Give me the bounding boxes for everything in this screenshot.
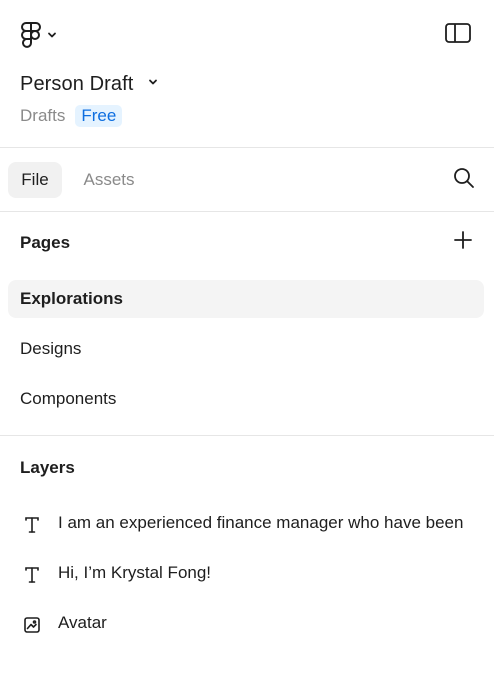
divider	[0, 211, 494, 212]
search-button[interactable]	[450, 166, 478, 194]
main-menu-button[interactable]	[20, 20, 58, 50]
layer-item[interactable]: Avatar	[0, 606, 494, 642]
layer-label: Avatar	[58, 613, 107, 632]
tab-file[interactable]: File	[8, 162, 62, 198]
plus-icon	[453, 230, 473, 255]
layer-item[interactable]: Hi, I’m Krystal Fong!	[0, 556, 494, 592]
chevron-down-icon	[46, 29, 58, 41]
layers-heading: Layers	[20, 458, 75, 477]
tab-assets[interactable]: Assets	[72, 162, 146, 198]
pages-heading: Pages	[20, 233, 71, 252]
sidebar-icon	[444, 22, 472, 49]
text-icon	[22, 515, 42, 535]
figma-logo-icon	[20, 21, 42, 49]
text-icon	[22, 565, 42, 585]
plan-badge: Free	[75, 105, 123, 127]
page-item-designs[interactable]: Designs	[8, 330, 484, 368]
layer-item[interactable]: I am an experienced finance manager who …	[0, 506, 494, 542]
divider	[0, 147, 494, 148]
layer-label: I am an experienced finance manager who …	[58, 513, 464, 532]
drafts-link[interactable]: Drafts	[20, 106, 65, 126]
file-name: Person Draft	[20, 72, 134, 95]
search-icon	[452, 166, 476, 195]
add-page-button[interactable]	[450, 229, 476, 255]
page-item-components[interactable]: Components	[8, 380, 484, 418]
page-item-explorations[interactable]: Explorations	[8, 280, 484, 318]
toggle-sidebar-button[interactable]	[443, 22, 473, 48]
chevron-down-icon	[147, 75, 159, 93]
file-name-menu[interactable]: Person Draft	[20, 70, 159, 98]
divider	[0, 435, 494, 436]
layer-label: Hi, I’m Krystal Fong!	[58, 563, 212, 582]
file-meta: Drafts Free	[20, 104, 123, 128]
left-panel: Person Draft Drafts Free File Assets Pag…	[0, 0, 494, 688]
image-icon	[22, 615, 42, 635]
